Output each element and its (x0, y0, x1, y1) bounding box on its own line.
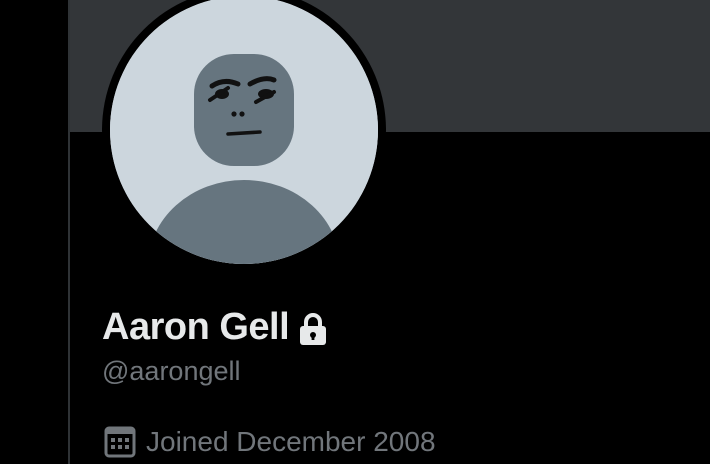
calendar-icon (102, 424, 138, 460)
profile-handle: @aarongell (102, 356, 241, 386)
display-name: Aaron Gell (102, 306, 290, 348)
avatar[interactable] (110, 0, 378, 264)
joined-date-row: Joined December 2008 (102, 424, 436, 460)
default-avatar-image (110, 0, 378, 264)
joined-date: Joined December 2008 (146, 426, 436, 457)
profile-name-row: Aaron Gell (102, 304, 331, 350)
lock-icon (295, 311, 331, 347)
profile-page: Aaron Gell @aarongell Joined December 20… (0, 0, 710, 464)
